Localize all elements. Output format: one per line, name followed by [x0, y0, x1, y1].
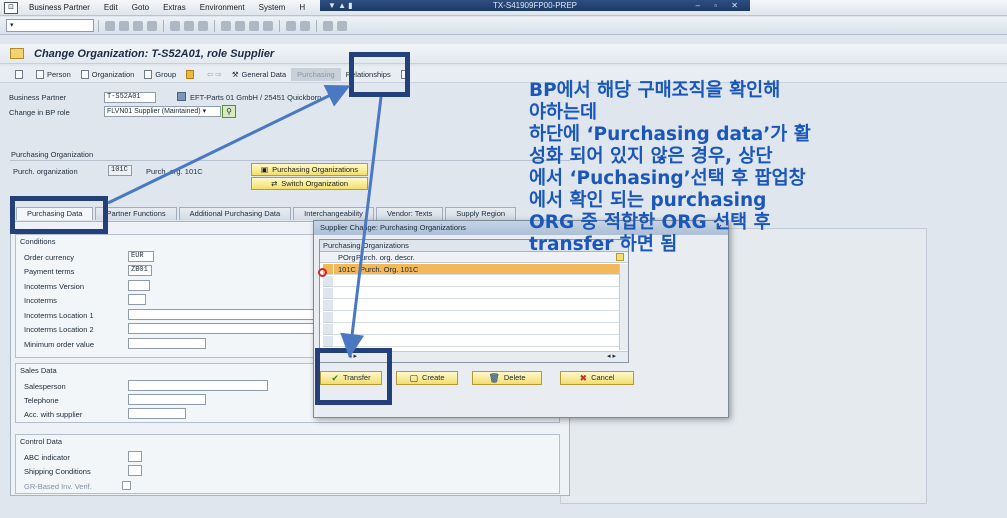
annotation-line: BP에서 해당 구매조직을 확인해 — [529, 80, 781, 101]
annotation-line: 하단에 ‘Purchasing data’가 활 — [529, 124, 811, 145]
arrow-tab-to-purchasing — [107, 85, 351, 205]
annotation-line: ORG 중 적합한 ORG 선택 후 — [529, 212, 771, 233]
annotation-line: 에서 확인 되는 purchasing — [529, 190, 767, 211]
annotation-line: 성화 되어 있지 않은 경우, 상단 — [529, 146, 773, 167]
annotation-line: 야하는데 — [529, 102, 598, 123]
annotation-line: transfer 하면 됨 — [529, 234, 678, 255]
annotation-line: 에서 ‘Puchasing’선택 후 팝업창 — [529, 168, 806, 189]
arrow-purchasing-to-transfer — [340, 96, 383, 358]
annotation-arrows — [107, 85, 383, 358]
annotation-text: BP에서 해당 구매조직을 확인해 야하는데 하단에 ‘Purchasing d… — [529, 80, 899, 256]
